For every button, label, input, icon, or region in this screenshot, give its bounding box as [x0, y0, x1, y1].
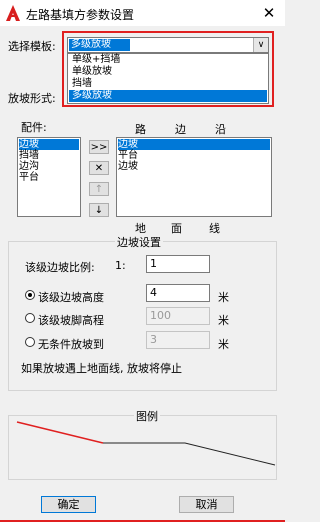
height-input[interactable]: 4: [146, 284, 210, 302]
path-header-char: 路: [135, 123, 146, 136]
move-down-button[interactable]: ↓: [89, 203, 109, 217]
close-icon[interactable]: ✕: [259, 3, 279, 23]
list-item[interactable]: 挡墙: [19, 150, 79, 161]
ratio-input[interactable]: 1: [146, 255, 210, 273]
window-title: 左路基填方参数设置: [26, 8, 135, 22]
ratio-prefix: 1:: [115, 259, 126, 272]
path-header-char: 沿: [215, 123, 226, 136]
path-header-char: 边: [175, 123, 186, 136]
add-button[interactable]: >>: [89, 140, 109, 154]
move-up-button[interactable]: ↑: [89, 182, 109, 196]
ratio-label: 该级边坡比例:: [25, 261, 95, 274]
slope-form-label: 放坡形式:: [8, 92, 56, 105]
unconditional-label: 无条件放坡到: [38, 338, 104, 351]
components-label: 配件:: [21, 121, 47, 134]
toe-elevation-radio[interactable]: [25, 313, 35, 323]
legend-diagram: [16, 421, 276, 466]
template-label: 选择模板:: [8, 40, 56, 53]
unconditional-unit: 米: [218, 338, 229, 351]
autocad-logo-icon: [6, 5, 20, 21]
unconditional-input[interactable]: 3: [146, 331, 210, 349]
unconditional-radio[interactable]: [25, 337, 35, 347]
remove-button[interactable]: ✕: [89, 161, 109, 175]
highlight-box: [62, 31, 274, 107]
ok-button[interactable]: 确定: [41, 496, 96, 513]
list-item[interactable]: 边沟: [19, 161, 79, 172]
path-list[interactable]: 边坡 平台 边坡: [116, 137, 272, 217]
height-radio[interactable]: [25, 290, 35, 300]
toe-elevation-label: 该级坡脚高程: [38, 314, 104, 327]
legend-title: 图例: [134, 408, 160, 424]
components-list[interactable]: 边坡 挡墙 边沟 平台: [17, 137, 81, 217]
list-item[interactable]: 平台: [118, 150, 270, 161]
list-item[interactable]: 边坡: [19, 139, 79, 150]
toe-elevation-input[interactable]: 100: [146, 307, 210, 325]
cancel-button[interactable]: 取消: [179, 496, 234, 513]
title-bar: 左路基填方参数设置 ✕: [0, 0, 285, 26]
list-item[interactable]: 边坡: [118, 139, 270, 150]
height-unit: 米: [218, 291, 229, 304]
stop-note: 如果放坡遇上地面线, 放坡将停止: [21, 362, 182, 375]
toe-elevation-unit: 米: [218, 314, 229, 327]
list-item[interactable]: 边坡: [118, 161, 270, 172]
path-footer-char: 线: [209, 222, 220, 235]
path-footer-char: 面: [171, 222, 182, 235]
list-item[interactable]: 平台: [19, 172, 79, 183]
slope-settings-title: 边坡设置: [115, 234, 163, 250]
height-label: 该级边坡高度: [38, 291, 104, 304]
legend-group: [8, 415, 277, 480]
